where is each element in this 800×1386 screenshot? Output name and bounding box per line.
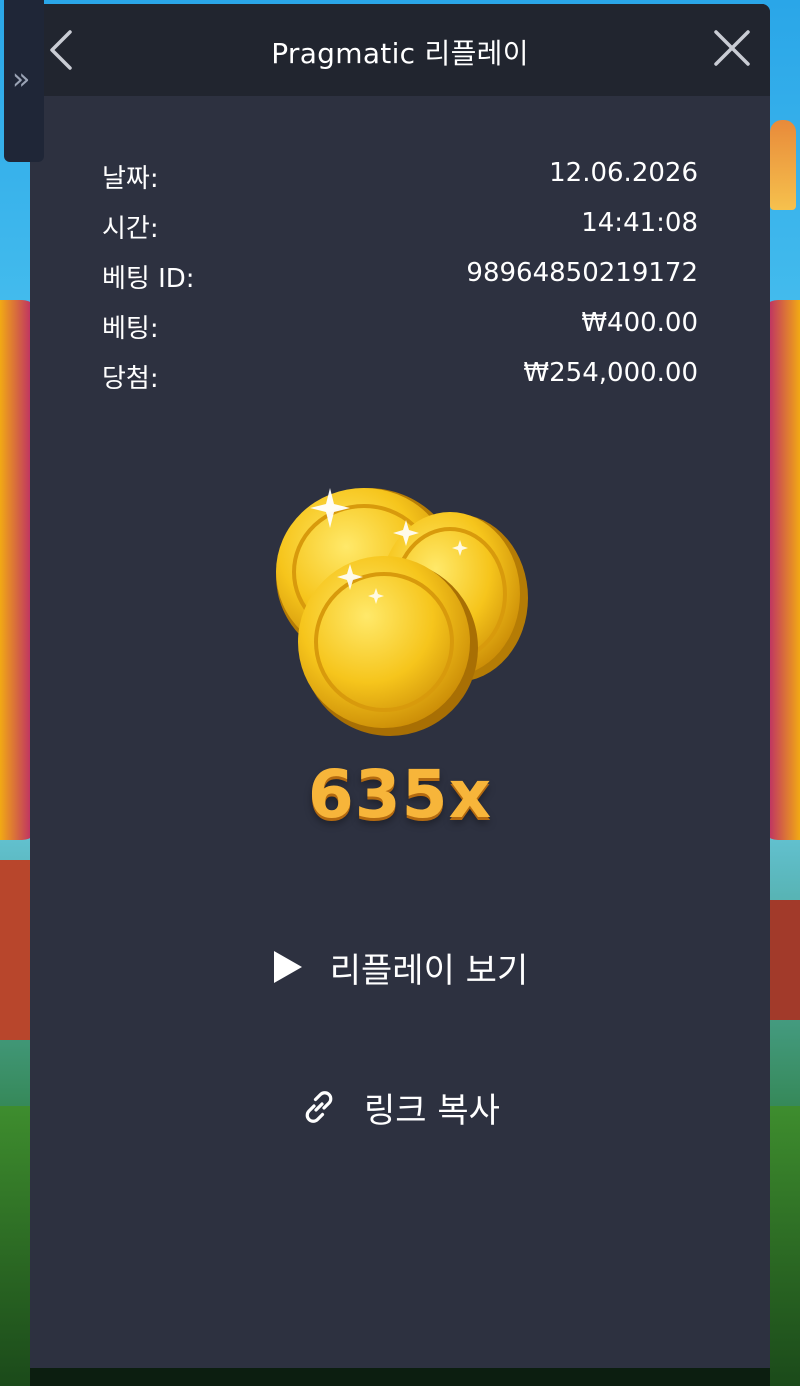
detail-row-bet-id: 베팅 ID: 98964850219172: [102, 258, 698, 308]
detail-row-time: 시간: 14:41:08: [102, 208, 698, 258]
bet-id-label: 베팅 ID:: [102, 264, 195, 294]
win-label: 당첨:: [102, 364, 159, 394]
watch-replay-label: 리플레이 보기: [329, 950, 529, 991]
bet-details: 날짜: 12.06.2026 시간: 14:41:08 베팅 ID: 98964…: [102, 158, 698, 408]
copy-link-button[interactable]: 링크 복사: [30, 1082, 770, 1132]
gold-coins-icon: [276, 488, 528, 736]
detail-row-win: 당첨: ₩254,000.00: [102, 358, 698, 408]
win-value: ₩254,000.00: [523, 358, 698, 388]
time-value: 14:41:08: [581, 208, 698, 238]
close-button[interactable]: [710, 26, 754, 70]
bet-label: 베팅:: [102, 314, 159, 344]
link-icon: [305, 1091, 333, 1123]
win-multiplier: 635x: [307, 756, 493, 833]
bet-value: ₩400.00: [581, 308, 698, 338]
replay-panel: Pragmatic 리플레이 날짜: 12.06.2026 시간: 14:41:…: [30, 4, 770, 1368]
detail-row-bet: 베팅: ₩400.00: [102, 308, 698, 358]
page-title: Pragmatic 리플레이: [271, 37, 529, 70]
side-expand-tab[interactable]: »: [4, 0, 44, 162]
play-icon: [273, 951, 302, 983]
barn-image-left: [0, 860, 34, 1040]
date-label: 날짜:: [102, 164, 159, 194]
double-chevron-right-icon: »: [12, 62, 31, 97]
watch-replay-button[interactable]: 리플레이 보기: [30, 942, 770, 992]
copy-link-label: 링크 복사: [364, 1090, 500, 1131]
hot-air-balloon-image: [770, 120, 796, 210]
barn-image-right: [766, 900, 800, 1020]
close-icon: [714, 30, 750, 66]
time-label: 시간:: [102, 214, 159, 244]
game-footer-strip: [30, 1368, 770, 1386]
date-value: 12.06.2026: [549, 158, 698, 188]
detail-row-date: 날짜: 12.06.2026: [102, 158, 698, 208]
panel-header: Pragmatic 리플레이: [30, 4, 770, 96]
bet-id-value: 98964850219172: [466, 258, 698, 288]
